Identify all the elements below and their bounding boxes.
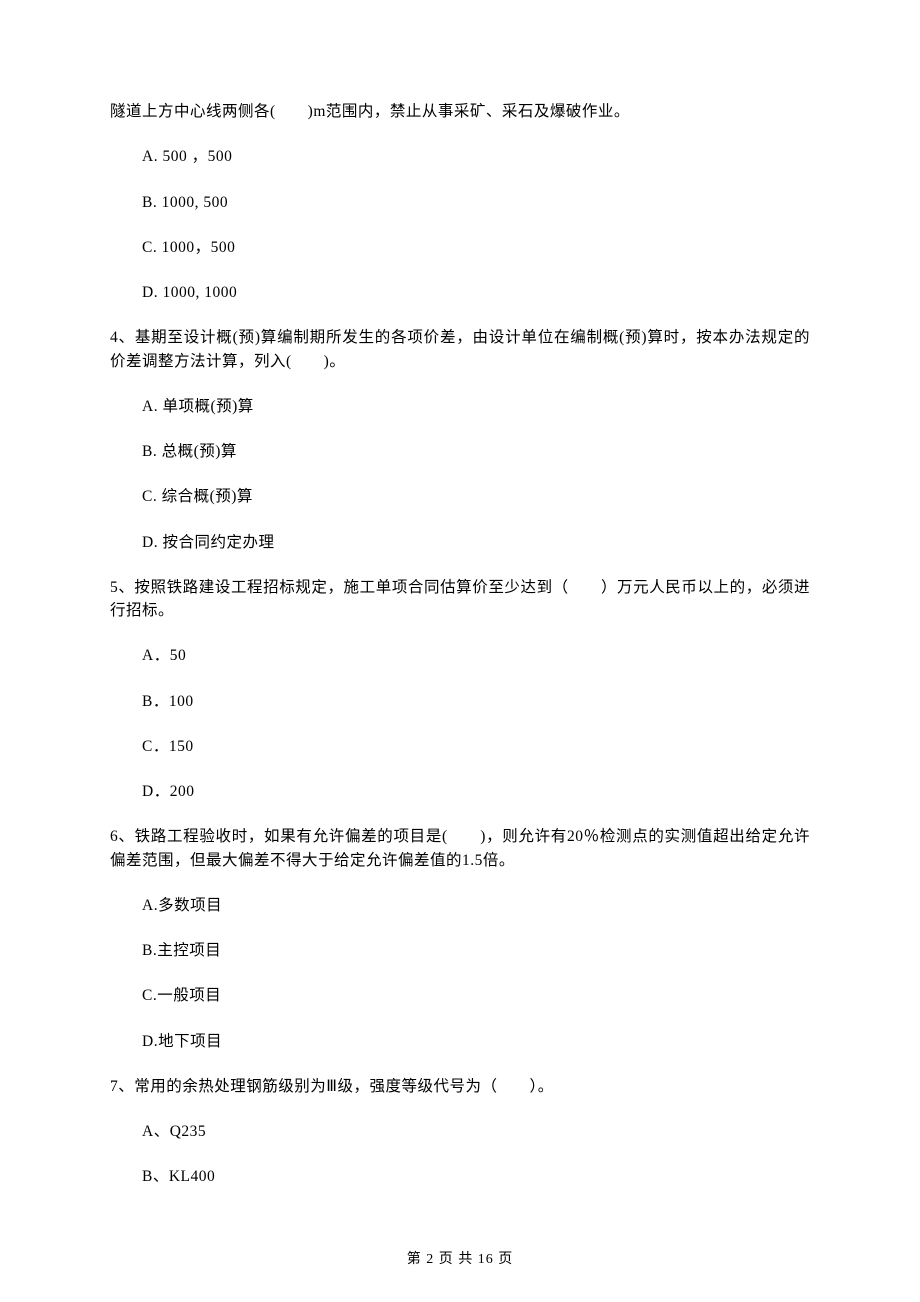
question-4-option-c: C. 综合概(预)算 bbox=[110, 485, 810, 508]
question-4-text: 4、基期至设计概(预)算编制期所发生的各项价差，由设计单位在编制概(预)算时，按… bbox=[110, 326, 810, 373]
question-6-option-c: C.一般项目 bbox=[110, 984, 810, 1007]
question-4-option-a: A. 单项概(预)算 bbox=[110, 395, 810, 418]
question-4-option-b: B. 总概(预)算 bbox=[110, 440, 810, 463]
question-3-option-a: A. 500 ，500 bbox=[110, 145, 810, 168]
question-6-option-b: B.主控项目 bbox=[110, 939, 810, 962]
question-5-option-b: B．100 bbox=[110, 690, 810, 713]
page-content: 隧道上方中心线两侧各( )m范围内，禁止从事采矿、采石及爆破作业。 A. 500… bbox=[0, 0, 920, 1189]
question-7-text: 7、常用的余热处理钢筋级别为Ⅲ级，强度等级代号为（ ）。 bbox=[110, 1075, 810, 1098]
question-3-partial-text: 隧道上方中心线两侧各( )m范围内，禁止从事采矿、采石及爆破作业。 bbox=[110, 100, 810, 123]
question-4-option-d: D. 按合同约定办理 bbox=[110, 531, 810, 554]
question-5-option-a: A．50 bbox=[110, 644, 810, 667]
question-3-option-d: D. 1000, 1000 bbox=[110, 281, 810, 304]
page-footer: 第 2 页 共 16 页 bbox=[0, 1249, 920, 1270]
question-6-option-d: D.地下项目 bbox=[110, 1030, 810, 1053]
question-5-option-c: C．150 bbox=[110, 735, 810, 758]
question-7-option-b: B、KL400 bbox=[110, 1165, 810, 1188]
question-3-option-b: B. 1000, 500 bbox=[110, 191, 810, 214]
question-6-option-a: A.多数项目 bbox=[110, 894, 810, 917]
question-5-option-d: D．200 bbox=[110, 780, 810, 803]
question-5-text: 5、按照铁路建设工程招标规定，施工单项合同估算价至少达到（ ）万元人民币以上的，… bbox=[110, 576, 810, 623]
question-3-option-c: C. 1000，500 bbox=[110, 236, 810, 259]
question-7-option-a: A、Q235 bbox=[110, 1120, 810, 1143]
question-6-text: 6、铁路工程验收时，如果有允许偏差的项目是( )，则允许有20％检测点的实测值超… bbox=[110, 825, 810, 872]
